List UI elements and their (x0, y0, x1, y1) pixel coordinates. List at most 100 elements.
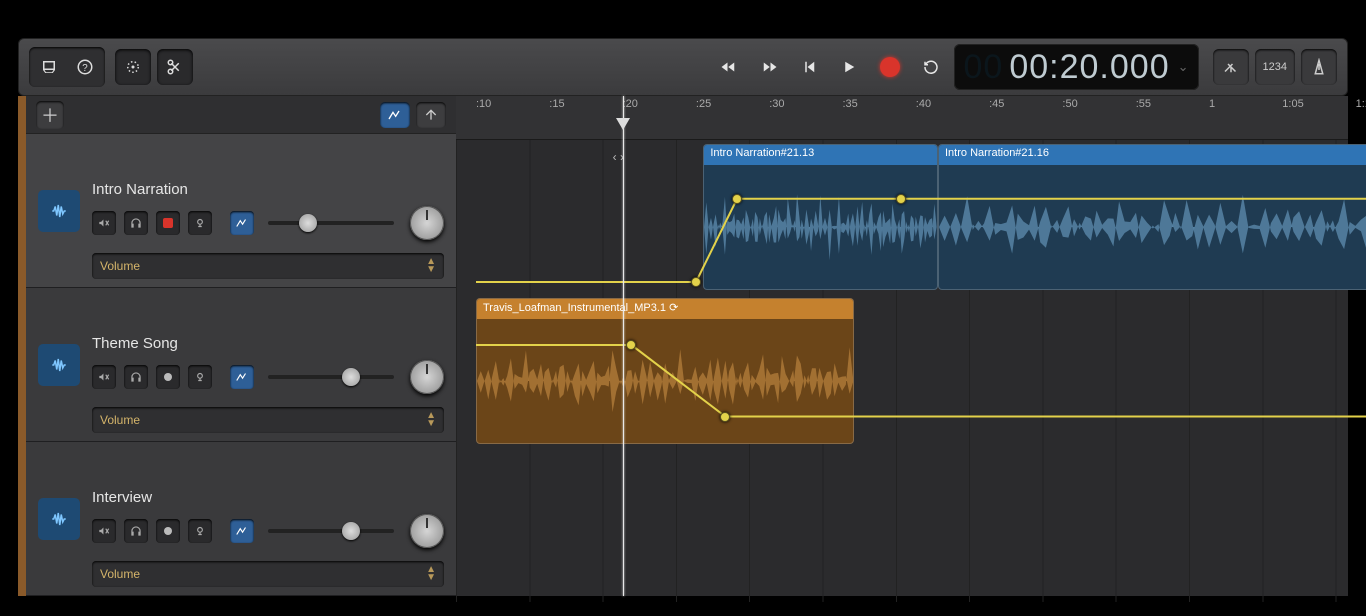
chevron-down-icon[interactable]: ⌄ (1178, 59, 1189, 75)
help-button[interactable]: ? (67, 49, 103, 85)
ruler-tick: :40 (916, 98, 931, 110)
automation-mode-button[interactable] (230, 211, 254, 235)
slider-thumb[interactable] (342, 522, 360, 540)
volume-slider[interactable] (268, 221, 394, 225)
record-enable-button[interactable] (156, 211, 180, 235)
pan-knob[interactable] (410, 360, 444, 394)
tray-icon (40, 58, 58, 76)
track-name: Theme Song (92, 335, 444, 352)
stepper-icon[interactable]: ▲▼ (426, 566, 436, 582)
automation-icon (235, 370, 249, 384)
automation-node[interactable] (691, 277, 701, 287)
record-enable-button[interactable] (156, 365, 180, 389)
automation-node[interactable] (720, 412, 730, 422)
mute-icon (97, 216, 111, 230)
record-arm-indicator (163, 218, 173, 228)
automation-curve[interactable] (456, 294, 1348, 448)
ruler-tick: :25 (696, 98, 711, 110)
stepper-icon[interactable]: ▲▼ (426, 412, 436, 428)
main-toolbar: ? 00 00:20.000 ⌄ 1234 (18, 38, 1348, 96)
waveform-icon (50, 356, 68, 374)
rewind-icon (720, 58, 738, 76)
filter-icon (423, 107, 439, 123)
count-in-button[interactable]: 1234 (1255, 49, 1295, 85)
cycle-button[interactable] (922, 58, 940, 76)
record-button[interactable] (880, 57, 900, 77)
filter-button[interactable] (416, 102, 446, 128)
waveform-icon (50, 202, 68, 220)
right-tools: 1234 (1213, 49, 1337, 85)
track-lane[interactable]: Intro Narration#21.13 Intro Narration#21… (456, 140, 1348, 294)
track-header[interactable]: Intro Narration Volume ▲▼ (26, 134, 456, 288)
dial-icon (124, 58, 142, 76)
forward-button[interactable] (760, 58, 778, 76)
input-monitor-button[interactable] (188, 211, 212, 235)
mute-button[interactable] (92, 365, 116, 389)
track-header[interactable]: Interview Volume ▲▼ (26, 442, 456, 596)
playhead[interactable] (623, 96, 624, 596)
track-name: Interview (92, 489, 444, 506)
timeline[interactable]: :10:15:20:25:30:35:40:45:50:5511:051:1 ‹… (456, 96, 1348, 596)
automation-node[interactable] (626, 340, 636, 350)
automation-node[interactable] (896, 194, 906, 204)
volume-slider[interactable] (268, 529, 394, 533)
automation-mode-button[interactable] (230, 365, 254, 389)
pan-knob[interactable] (410, 514, 444, 548)
automation-param-select[interactable]: Volume ▲▼ (92, 561, 444, 587)
slider-thumb[interactable] (299, 214, 317, 232)
metronome-icon (1310, 58, 1328, 76)
mute-button[interactable] (92, 519, 116, 543)
rec-dot-off (164, 527, 172, 535)
add-track-button[interactable]: ＋ (36, 101, 64, 129)
mute-icon (97, 370, 111, 384)
play-button[interactable] (840, 58, 858, 76)
automation-toggle[interactable] (380, 102, 410, 128)
param-label: Volume (100, 567, 140, 581)
solo-button[interactable] (124, 365, 148, 389)
automation-param-select[interactable]: Volume ▲▼ (92, 407, 444, 433)
transport-controls (720, 57, 940, 77)
time-value: 00:20.000 (1009, 48, 1169, 87)
volume-slider[interactable] (268, 375, 394, 379)
waveform-icon (50, 510, 68, 528)
scissors-button[interactable] (157, 49, 193, 85)
automation-curve[interactable] (456, 140, 1348, 294)
time-display[interactable]: 00 00:20.000 ⌄ (954, 44, 1199, 90)
automation-icon (235, 216, 249, 230)
track-header[interactable]: Theme Song Volume ▲▼ (26, 288, 456, 442)
headphones-icon (129, 524, 143, 538)
track-header-panel: ＋ Intro Narration Volume (26, 96, 456, 596)
input-monitor-button[interactable] (188, 519, 212, 543)
slider-thumb[interactable] (342, 368, 360, 386)
time-ghost: 00 (964, 48, 1004, 87)
rec-dot-off (164, 373, 172, 381)
time-ruler[interactable]: :10:15:20:25:30:35:40:45:50:5511:051:1 (456, 96, 1348, 140)
input-monitor-button[interactable] (188, 365, 212, 389)
pan-knob[interactable] (410, 206, 444, 240)
skip-back-icon (800, 58, 818, 76)
count-in-digits: 1234 (1263, 61, 1287, 73)
record-enable-button[interactable] (156, 519, 180, 543)
automation-node[interactable] (732, 194, 742, 204)
library-button[interactable] (31, 49, 67, 85)
track-lane[interactable] (456, 448, 1348, 602)
play-icon (840, 58, 858, 76)
rewind-button[interactable] (720, 58, 738, 76)
solo-button[interactable] (124, 519, 148, 543)
smart-controls-button[interactable] (115, 49, 151, 85)
automation-param-select[interactable]: Volume ▲▼ (92, 253, 444, 279)
go-to-start-button[interactable] (800, 58, 818, 76)
stepper-icon[interactable]: ▲▼ (426, 258, 436, 274)
track-main: Intro Narration (80, 181, 456, 240)
metronome-button[interactable] (1301, 49, 1337, 85)
track-lane[interactable]: Travis_Loafman_Instrumental_MP3.1 ⟳ (456, 294, 1348, 448)
track-lanes: Intro Narration#21.13 Intro Narration#21… (456, 140, 1348, 596)
solo-button[interactable] (124, 211, 148, 235)
mute-button[interactable] (92, 211, 116, 235)
ruler-tick: 1:05 (1282, 98, 1303, 110)
tuner-button[interactable] (1213, 49, 1249, 85)
automation-mode-button[interactable] (230, 519, 254, 543)
ruler-tick: :30 (769, 98, 784, 110)
ruler-tick: :50 (1062, 98, 1077, 110)
param-label: Volume (100, 259, 140, 273)
